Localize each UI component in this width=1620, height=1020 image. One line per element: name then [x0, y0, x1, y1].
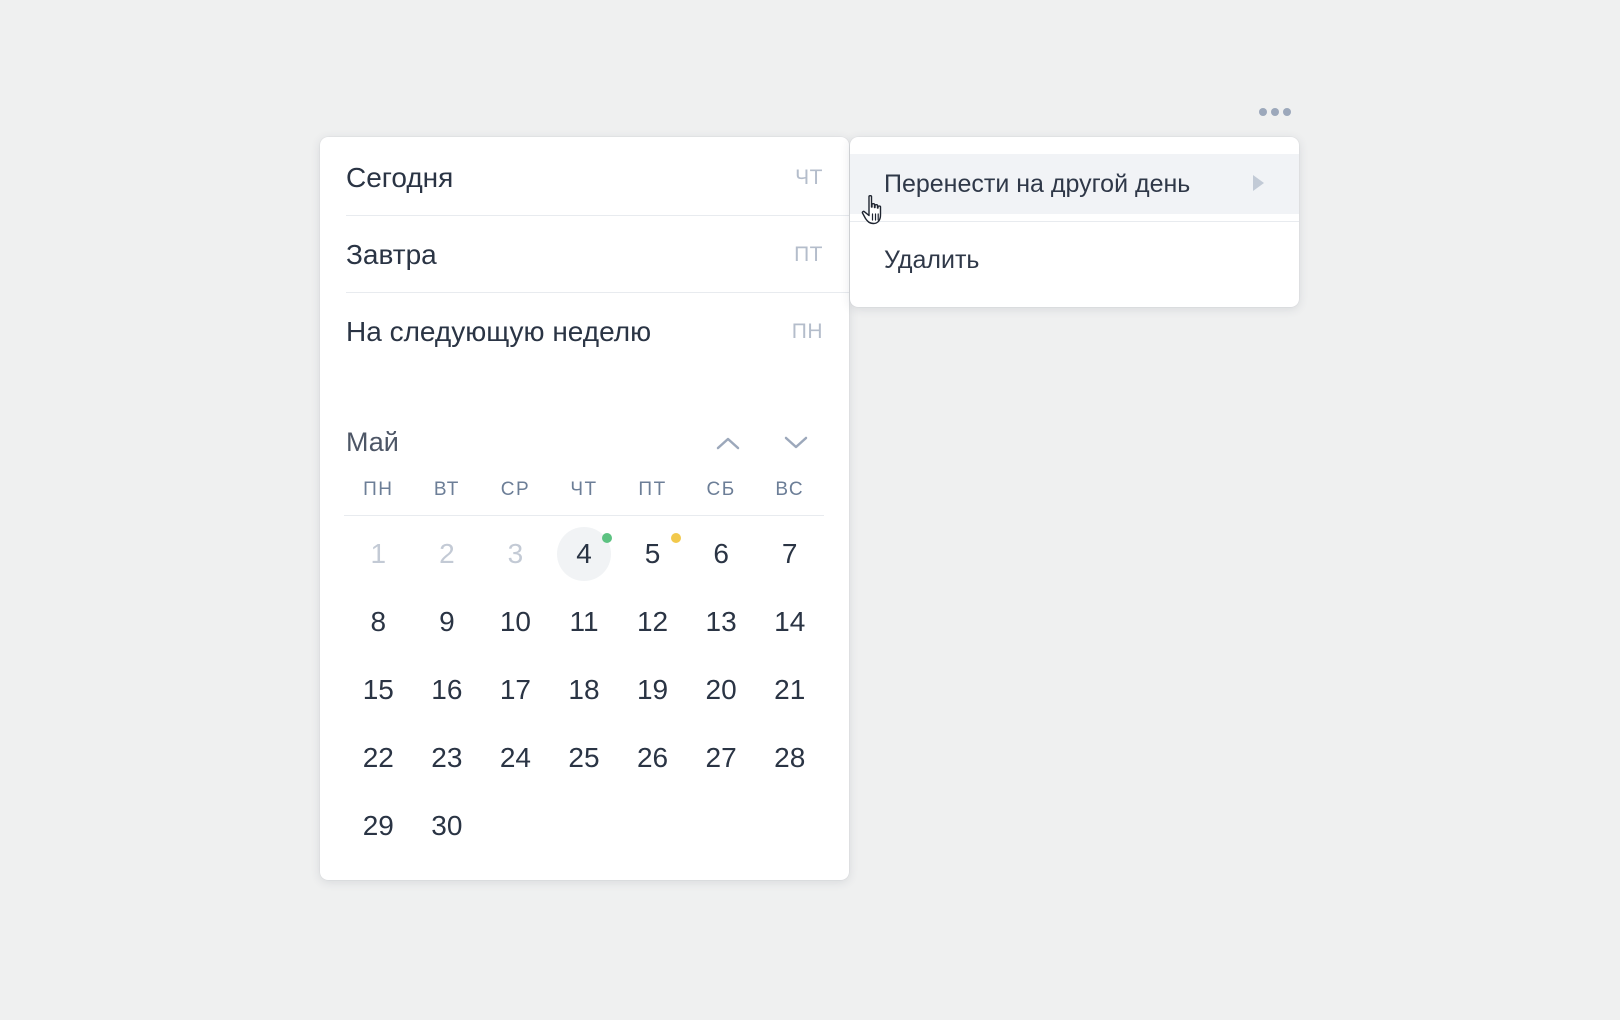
menu-item-label: Удалить [884, 245, 980, 274]
calendar-day-number: 21 [774, 674, 806, 705]
menu-item-move-to-another-day[interactable]: Перенести на другой день [850, 154, 1299, 214]
calendar-days-grid: 1 2 3 4 5 6 7 8 9 10 11 12 13 14 15 16 17 18 19 20 21 22 23 24 2… [344, 520, 824, 860]
calendar-day[interactable]: 7 [755, 520, 824, 588]
calendar-day[interactable]: 20 [687, 656, 756, 724]
calendar-day[interactable]: 26 [618, 724, 687, 792]
quick-option-next-week[interactable]: На следующую неделю ПН [346, 294, 849, 370]
calendar-day-number: 19 [636, 674, 669, 705]
calendar-day[interactable]: 8 [344, 588, 413, 656]
weekday-label: ПН [363, 479, 394, 500]
calendar-day[interactable]: 6 [687, 520, 756, 588]
calendar-day-number: 25 [568, 742, 600, 773]
calendar-day-number: 7 [781, 538, 798, 569]
calendar-day-number: 14 [774, 606, 806, 637]
calendar-day[interactable]: 5 [618, 520, 687, 588]
weekday-label: ВС [775, 479, 805, 500]
calendar-day-number: 13 [705, 606, 737, 637]
calendar-day-number: 8 [370, 606, 387, 637]
weekday-label: СБ [706, 479, 736, 500]
date-picker-panel: Сегодня ЧТ Завтра ПТ На следующую неделю… [320, 137, 849, 880]
menu-item-label: Перенести на другой день [884, 169, 1191, 198]
calendar-day[interactable]: 18 [550, 656, 619, 724]
menu-divider [850, 221, 1299, 222]
calendar-day-number: 9 [439, 606, 455, 637]
calendar-day-number: 27 [705, 742, 737, 773]
calendar-day-number: 18 [568, 674, 600, 705]
weekday-label: СР [500, 479, 531, 500]
calendar-day-number: 17 [499, 674, 531, 705]
more-options-button[interactable] [1254, 102, 1296, 122]
calendar-day-number: 5 [644, 538, 661, 569]
calendar-day-number: 23 [431, 742, 463, 773]
calendar-header: Май [346, 422, 820, 462]
more-icon-dot [1271, 108, 1279, 116]
calendar-day-number: 12 [636, 606, 669, 637]
event-marker-dot [601, 533, 612, 543]
calendar-day[interactable]: 21 [755, 656, 824, 724]
calendar-day-number: 6 [713, 538, 729, 569]
calendar-day[interactable]: 23 [413, 724, 482, 792]
calendar-day-number: 28 [774, 742, 806, 773]
calendar-day[interactable]: 17 [481, 656, 550, 724]
chevron-down-icon [784, 436, 808, 449]
calendar-day[interactable]: 12 [618, 588, 687, 656]
menu-item-delete[interactable]: Удалить [850, 230, 1299, 290]
calendar-day[interactable]: 19 [618, 656, 687, 724]
calendar-day-number: 15 [362, 674, 394, 705]
quick-option-tomorrow[interactable]: Завтра ПТ [346, 217, 849, 293]
month-title: Май [346, 426, 399, 457]
calendar-day[interactable]: 10 [481, 588, 550, 656]
quick-option-today[interactable]: Сегодня ЧТ [346, 140, 849, 216]
calendar-day-number: 24 [499, 742, 531, 773]
calendar-day-number: 22 [362, 742, 394, 773]
calendar-day[interactable]: 13 [687, 588, 756, 656]
weekday-label: ЧТ [570, 479, 598, 500]
calendar-day-number: 29 [362, 810, 394, 841]
quick-option-weekday: ПН [791, 320, 823, 343]
calendar-day-number: 10 [499, 606, 531, 637]
chevron-up-icon [716, 437, 740, 450]
weekday-header-row: ПН ВТ СР ЧТ ПТ СБ ВС [344, 477, 824, 516]
quick-option-label: Сегодня [346, 161, 454, 193]
calendar-day-number: 11 [569, 606, 599, 637]
quick-option-label: Завтра [346, 238, 437, 270]
calendar-day[interactable]: 22 [344, 724, 413, 792]
calendar-day-number: 30 [431, 810, 463, 841]
weekday-label: ВТ [433, 479, 460, 500]
calendar-day-number: 2 [439, 538, 455, 569]
calendar-day[interactable]: 25 [550, 724, 619, 792]
calendar-day[interactable]: 14 [755, 588, 824, 656]
more-icon-dot [1283, 108, 1291, 116]
next-month-button[interactable] [778, 426, 814, 460]
quick-option-label: На следующую неделю [346, 316, 652, 347]
weekday-label: ПТ [638, 479, 667, 500]
more-icon-dot [1259, 108, 1267, 116]
context-menu: Перенести на другой день Удалить [850, 137, 1299, 307]
calendar-day-number: 1 [370, 538, 387, 569]
calendar-day[interactable]: 16 [413, 656, 482, 724]
quick-option-weekday: ПТ [794, 242, 823, 266]
calendar-day[interactable]: 11 [550, 588, 619, 656]
calendar-day[interactable]: 24 [481, 724, 550, 792]
calendar-day-number: 26 [636, 742, 669, 773]
calendar-day[interactable]: 28 [755, 724, 824, 792]
quick-option-weekday: ЧТ [795, 165, 823, 189]
calendar-day-number: 16 [431, 674, 463, 705]
prev-month-button[interactable] [710, 426, 746, 460]
calendar-day-number: 4 [576, 538, 592, 569]
calendar-day[interactable]: 3 [481, 520, 550, 588]
calendar-day[interactable]: 9 [413, 588, 482, 656]
caret-right-icon [1253, 175, 1264, 191]
calendar-day[interactable]: 1 [344, 520, 413, 588]
calendar-day[interactable]: 30 [413, 792, 482, 860]
calendar-day[interactable]: 15 [344, 656, 413, 724]
calendar-day-number: 20 [705, 674, 737, 705]
calendar-day-today[interactable]: 4 [550, 520, 619, 588]
calendar-day-number: 3 [507, 538, 524, 569]
calendar-day[interactable]: 29 [344, 792, 413, 860]
event-marker-dot [670, 533, 681, 543]
calendar-day[interactable]: 2 [413, 520, 482, 588]
calendar-day[interactable]: 27 [687, 724, 756, 792]
